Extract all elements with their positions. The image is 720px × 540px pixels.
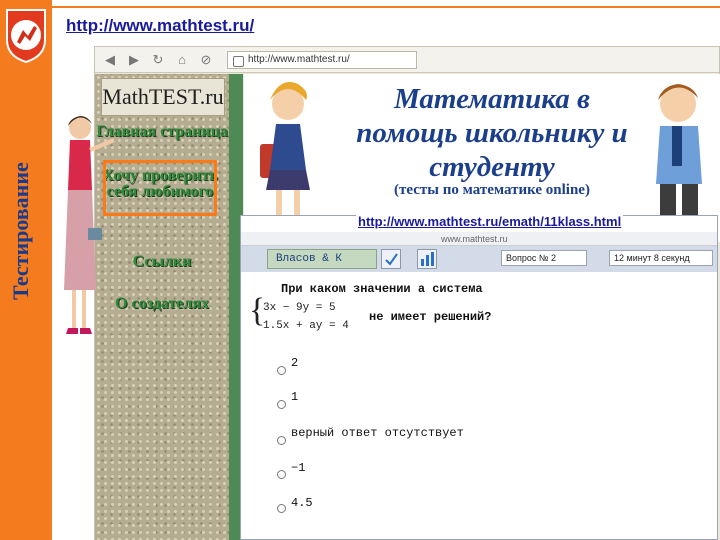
reload-icon[interactable]: ↻ [149,52,167,68]
answer-label-1: 2 [291,356,299,370]
woman-illustration [64,116,115,334]
back-icon[interactable]: ◀ [101,52,119,68]
schoolgirl-illustration [260,82,310,230]
answer-label-2: 1 [291,390,299,404]
equation-1: 3x − 9y = 5 [263,302,336,314]
answer-radio-2[interactable] [277,400,286,409]
site-logo[interactable]: MathTEST.ru [101,78,225,116]
question-number: Вопрос № 2 [501,250,587,266]
equation-2: 1.5x + ay = 4 [263,320,349,332]
answer-radio-5[interactable] [277,504,286,513]
test-header: Власов & К Вопрос № 2 12 минут 8 секунд [241,246,717,272]
answer-label-4: −1 [291,461,306,475]
stop-icon[interactable]: ⊘ [197,52,215,68]
vertical-title: Тестирование [8,162,33,300]
student-name: Власов & К [267,249,377,269]
emblem-icon [6,9,46,64]
answer-radio-4[interactable] [277,470,286,479]
answer-label-5: 4.5 [291,496,313,510]
answer-radio-3[interactable] [277,436,286,445]
address-bar[interactable]: http://www.mathtest.ru/ [227,50,417,69]
slide-sideband: Тестирование [0,0,52,540]
test-address: www.mathtest.ru [441,234,508,244]
question-line-1: При каком значении a система [281,282,483,296]
test-toolbar: www.mathtest.ru [241,232,717,246]
forward-icon[interactable]: ▶ [125,52,143,68]
site-link[interactable]: http://www.mathtest.ru/ [66,16,254,36]
answer-radio-1[interactable] [277,366,286,375]
test-link[interactable]: http://www.mathtest.ru/emath/11klass.htm… [356,214,624,229]
site-subheading: (тесты по математике online) [394,182,590,198]
answer-label-3: верный ответ отсутствует [291,426,464,440]
home-icon[interactable]: ⌂ [173,52,191,68]
question-line-2: не имеет решений? [369,310,492,324]
header-rule [52,6,720,8]
check-icon[interactable] [381,249,401,269]
highlight-frame [103,160,217,216]
timer: 12 минут 8 секунд [609,250,713,266]
site-heading: Математика в помощь школьнику и студенту [356,83,628,183]
bar-chart-icon[interactable] [417,249,437,269]
test-window: www.mathtest.ru Власов & К Вопрос № 2 12… [240,215,718,540]
browser-toolbar: ◀ ▶ ↻ ⌂ ⊘ http://www.mathtest.ru/ [95,47,719,73]
